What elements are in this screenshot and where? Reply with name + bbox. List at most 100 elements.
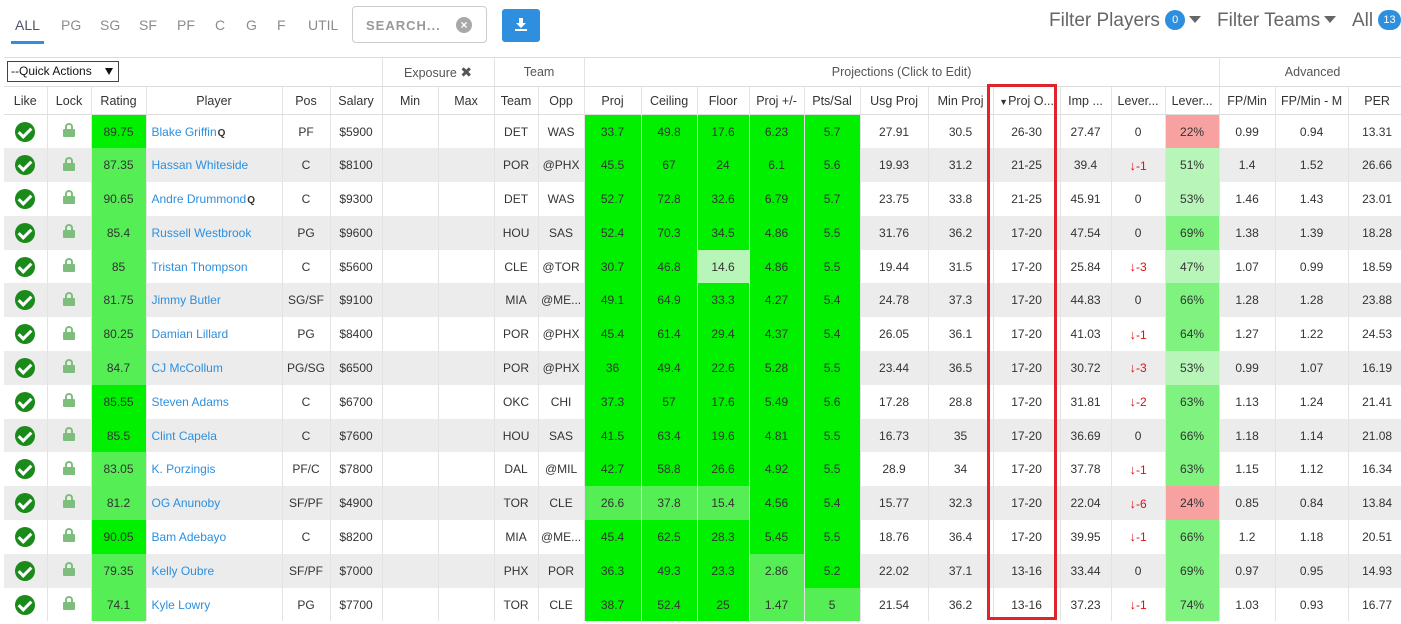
cell-usg[interactable]: 26.05 (860, 317, 929, 352)
cell-player[interactable]: CJ McCollum (146, 351, 283, 385)
cell-max[interactable] (438, 452, 495, 487)
cell-proj[interactable]: 52.4 (584, 215, 642, 250)
cell-pm[interactable]: 4.27 (749, 283, 805, 318)
cell-max[interactable] (438, 553, 495, 588)
cell-ceiling[interactable]: 72.8 (641, 182, 698, 216)
cell-floor[interactable]: 19.6 (697, 418, 750, 453)
cell-min[interactable] (382, 520, 439, 554)
cell-ceiling[interactable]: 70.3 (641, 215, 698, 250)
lock-icon[interactable] (63, 156, 75, 171)
column-header-4[interactable]: Pos (282, 86, 331, 115)
cell-lock[interactable] (47, 249, 92, 284)
cell-player[interactable]: Damian Lillard (146, 317, 283, 352)
cell-like[interactable] (4, 452, 48, 487)
column-header-5[interactable]: Salary (330, 86, 383, 115)
lock-icon[interactable] (63, 190, 75, 205)
cell-ptssal[interactable]: 5.5 (804, 215, 861, 250)
table-row[interactable]: 85.5 Clint Capela C $7600 HOU SAS 41.5 63.4 19.6… (4, 418, 1401, 453)
cell-minproj[interactable]: 36.2 (928, 587, 994, 622)
filter-teams-dropdown[interactable]: Filter Teams (1217, 10, 1337, 38)
search-box[interactable]: × (352, 6, 487, 43)
cell-like[interactable] (4, 249, 48, 284)
cell-like[interactable] (4, 317, 48, 352)
column-header-19[interactable]: Lever... (1111, 86, 1166, 115)
cell-floor[interactable]: 32.6 (697, 182, 750, 216)
cell-minproj[interactable]: 35 (928, 418, 994, 453)
cell-like[interactable] (4, 418, 48, 453)
cell-max[interactable] (438, 249, 495, 284)
tab-pf[interactable]: PF (177, 0, 195, 48)
cell-ptssal[interactable]: 5.2 (804, 553, 861, 588)
like-check-icon[interactable] (15, 526, 36, 547)
cell-min[interactable] (382, 182, 439, 216)
cell-lock[interactable] (47, 452, 92, 487)
cell-ptssal[interactable]: 5.4 (804, 283, 861, 318)
table-row[interactable]: 85.55 Steven Adams C $6700 OKC CHI 37.3 57 17.6 5… (4, 384, 1401, 419)
filter-all-dropdown[interactable]: All 13 (1352, 10, 1401, 38)
filter-players-dropdown[interactable]: Filter Players 0 (1049, 10, 1202, 38)
cell-like[interactable] (4, 587, 48, 622)
cell-max[interactable] (438, 148, 495, 183)
cell-player[interactable]: Hassan Whiteside (146, 148, 283, 183)
column-header-9[interactable]: Opp (538, 86, 585, 115)
cell-pm[interactable]: 2.86 (749, 553, 805, 588)
cell-ceiling[interactable]: 67 (641, 148, 698, 183)
cell-usg[interactable]: 22.02 (860, 553, 929, 588)
table-row[interactable]: 83.05 K. Porzingis PF/C $7800 DAL @MIL 42.7 58.… (4, 452, 1401, 487)
cell-usg[interactable]: 28.9 (860, 452, 929, 487)
like-check-icon[interactable] (15, 391, 36, 412)
player-name-link[interactable]: Hassan Whiteside (152, 158, 249, 172)
cell-lock[interactable] (47, 384, 92, 419)
cell-pm[interactable]: 5.45 (749, 520, 805, 554)
like-check-icon[interactable] (15, 459, 36, 480)
column-header-8[interactable]: Team (494, 86, 539, 115)
like-check-icon[interactable] (15, 493, 36, 514)
cell-min[interactable] (382, 351, 439, 385)
column-header-22[interactable]: FP/Min - M (1275, 86, 1349, 115)
cell-pm[interactable]: 5.28 (749, 351, 805, 385)
cell-min[interactable] (382, 249, 439, 284)
cell-min[interactable] (382, 452, 439, 487)
cell-proj[interactable]: 42.7 (584, 452, 642, 487)
cell-min[interactable] (382, 418, 439, 453)
cell-lock[interactable] (47, 114, 92, 149)
cell-player[interactable]: Blake GriffinQ (146, 114, 283, 149)
search-input[interactable] (366, 16, 456, 34)
player-name-link[interactable]: Bam Adebayo (152, 530, 227, 544)
cell-usg[interactable]: 19.93 (860, 148, 929, 183)
cell-max[interactable] (438, 114, 495, 149)
cell-ceiling[interactable]: 49.8 (641, 114, 698, 149)
cell-pm[interactable]: 4.86 (749, 215, 805, 250)
player-name-link[interactable]: Kelly Oubre (152, 564, 215, 578)
cell-lock[interactable] (47, 148, 92, 183)
table-row[interactable]: 74.1 Kyle Lowry PG $7700 TOR CLE 38.7 52.4 25 1.4… (4, 587, 1401, 622)
cell-floor[interactable]: 34.5 (697, 215, 750, 250)
player-name-link[interactable]: CJ McCollum (152, 361, 223, 375)
cell-proj[interactable]: 37.3 (584, 384, 642, 419)
cell-usg[interactable]: 21.54 (860, 587, 929, 622)
tab-sg[interactable]: SG (100, 0, 120, 48)
cell-ceiling[interactable]: 52.4 (641, 587, 698, 622)
cell-pm[interactable]: 4.56 (749, 486, 805, 521)
column-header-21[interactable]: FP/Min (1219, 86, 1276, 115)
table-row[interactable]: 87.35 Hassan Whiteside C $8100 POR @PHX 45.5 67… (4, 148, 1401, 183)
cell-ceiling[interactable]: 62.5 (641, 520, 698, 554)
cell-min[interactable] (382, 317, 439, 352)
table-row[interactable]: 84.7 CJ McCollum PG/SG $6500 POR @PHX 36 49.4 22… (4, 351, 1401, 385)
cell-minproj[interactable]: 31.5 (928, 249, 994, 284)
like-check-icon[interactable] (15, 222, 36, 243)
cell-ceiling[interactable]: 46.8 (641, 249, 698, 284)
cell-player[interactable]: Bam Adebayo (146, 520, 283, 554)
cell-usg[interactable]: 31.76 (860, 215, 929, 250)
cell-ceiling[interactable]: 61.4 (641, 317, 698, 352)
cell-like[interactable] (4, 148, 48, 183)
cell-lock[interactable] (47, 317, 92, 352)
table-row[interactable]: 81.2 OG Anunoby SF/PF $4900 TOR CLE 26.6 37.8 15… (4, 486, 1401, 521)
cell-floor[interactable]: 15.4 (697, 486, 750, 521)
like-check-icon[interactable] (15, 357, 36, 378)
like-check-icon[interactable] (15, 290, 36, 311)
column-header-20[interactable]: Lever... (1165, 86, 1220, 115)
cell-min[interactable] (382, 587, 439, 622)
column-header-14[interactable]: Pts/Sal (804, 86, 861, 115)
table-row[interactable]: 85.4 Russell Westbrook PG $9600 HOU SAS 52.4 70… (4, 215, 1401, 250)
